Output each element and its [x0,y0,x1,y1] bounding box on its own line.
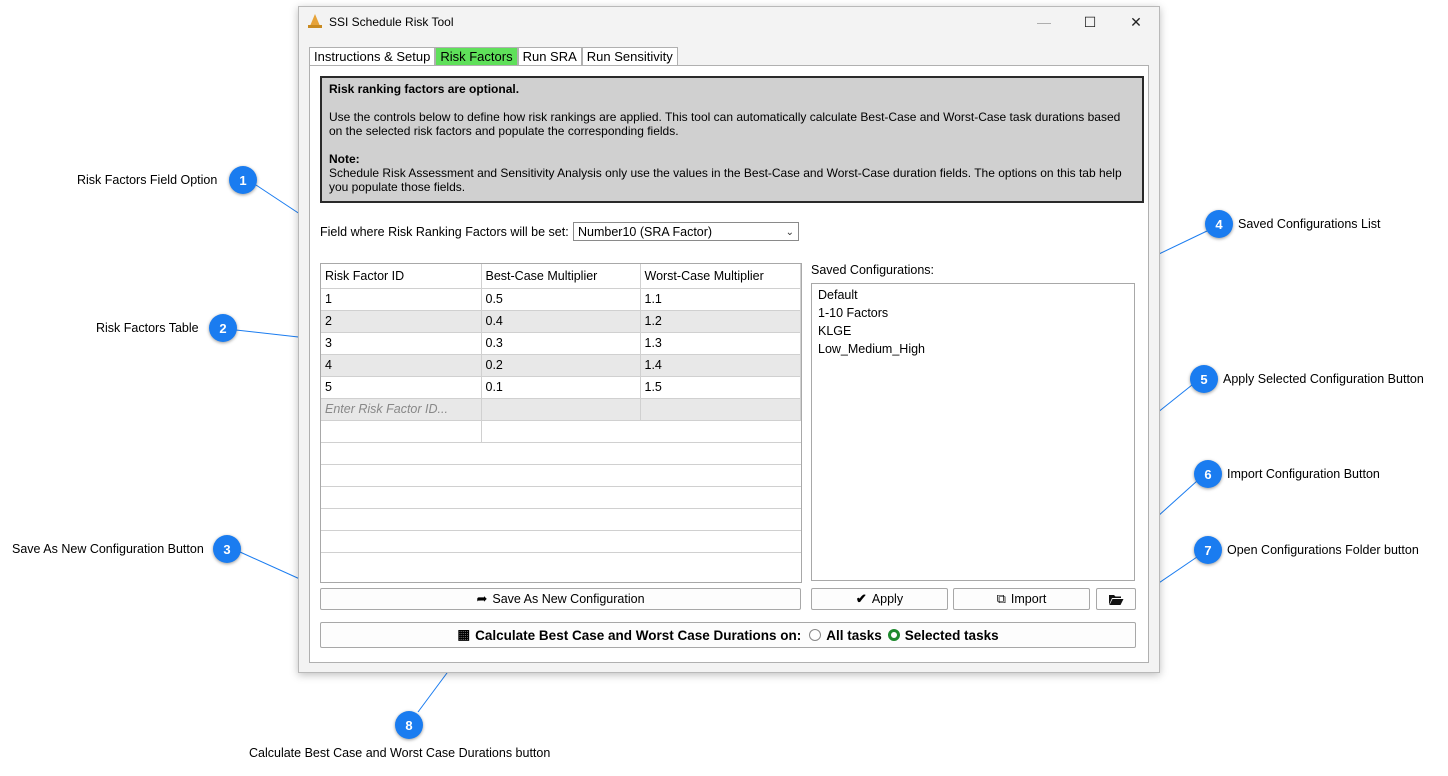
import-button[interactable]: ⧉ Import [953,588,1090,610]
info-note-label: Note: [329,152,360,166]
table-cell[interactable]: 1.4 [640,354,801,377]
calculate-label: Calculate Best Case and Worst Case Durat… [475,627,802,643]
table-cell[interactable]: 0.1 [481,376,641,399]
save-as-new-configuration-button[interactable]: ➦ Save As New Configuration [320,588,801,610]
info-body: Use the controls below to define how ris… [329,110,1121,138]
list-item[interactable]: Low_Medium_High [818,340,1128,358]
list-item[interactable]: 1-10 Factors [818,304,1128,322]
maximize-button[interactable]: ☐ [1067,7,1113,37]
list-item[interactable]: Default [818,286,1128,304]
window-title: SSI Schedule Risk Tool [329,15,454,29]
tab-risk-factors[interactable]: Risk Factors [435,47,518,65]
annotation-label-7: Open Configurations Folder button [1227,543,1419,557]
open-configurations-folder-button[interactable] [1096,588,1136,610]
saved-configurations-label: Saved Configurations: [811,263,934,277]
apply-button[interactable]: ✔ Apply [811,588,948,610]
annotation-label-4: Saved Configurations List [1238,217,1381,231]
share-arrow-icon: ➦ [476,591,488,606]
risk-factors-panel: Risk ranking factors are optional. Use t… [309,65,1149,663]
empty-row [321,442,801,465]
table-cell[interactable]: 0.5 [481,288,641,311]
annotation-label-6: Import Configuration Button [1227,467,1380,481]
calculate-durations-button[interactable]: ▦ Calculate Best Case and Worst Case Dur… [320,622,1136,648]
column-header[interactable]: Best-Case Multiplier [481,264,641,289]
folder-open-icon [1109,594,1124,605]
annotation-badge-8: 8 [395,711,423,739]
app-window: SSI Schedule Risk Tool — ☐ ✕ Instruction… [298,6,1160,673]
tab-instructions-setup[interactable]: Instructions & Setup [309,47,436,65]
annotation-badge-3: 3 [213,535,241,563]
table-cell[interactable]: 1.3 [640,332,801,355]
chevron-down-icon: ⌄ [785,227,794,238]
table-cell[interactable] [481,398,641,421]
table-row[interactable]: 2 0.4 1.2 [321,310,801,333]
tab-run-sra[interactable]: Run SRA [517,47,582,65]
tab-run-sensitivity[interactable]: Run Sensitivity [581,47,678,65]
annotation-label-3: Save As New Configuration Button [12,542,204,556]
new-row[interactable]: Enter Risk Factor ID... [321,398,801,421]
import-label: Import [1010,592,1047,606]
copy-icon: ⧉ [996,591,1006,606]
radio-selected-tasks-label[interactable]: Selected tasks [905,628,999,643]
risk-field-select-value: Number10 (SRA Factor) [578,225,713,239]
table-cell[interactable]: 1.1 [640,288,801,311]
annotation-label-2: Risk Factors Table [96,321,199,335]
table-cell[interactable]: 1 [321,288,482,311]
new-row-input[interactable]: Enter Risk Factor ID... [321,398,482,421]
calculator-icon: ▦ [457,627,471,642]
table-cell[interactable]: 0.4 [481,310,641,333]
radio-all-tasks-label[interactable]: All tasks [826,628,882,643]
annotation-label-1: Risk Factors Field Option [77,173,218,187]
title-bar[interactable]: SSI Schedule Risk Tool — ☐ ✕ [299,7,1159,37]
info-heading: Risk ranking factors are optional. [329,82,520,96]
empty-row [321,464,801,487]
table-cell[interactable]: 4 [321,354,482,377]
annotation-label-5: Apply Selected Configuration Button [1223,372,1424,386]
saved-configurations-list[interactable]: Default 1-10 Factors KLGE Low_Medium_Hig… [811,283,1135,581]
table-row[interactable]: 3 0.3 1.3 [321,332,801,355]
table-cell[interactable]: 5 [321,376,482,399]
annotation-badge-6: 6 [1194,460,1222,488]
table-cell[interactable] [640,398,801,421]
checkmark-icon: ✔ [855,591,867,606]
table-cell[interactable]: 0.3 [481,332,641,355]
column-header[interactable]: Risk Factor ID [321,264,482,289]
risk-factors-table[interactable]: Risk Factor ID Best-Case Multiplier Wors… [320,263,802,583]
radio-selected-tasks[interactable] [887,629,900,641]
column-header[interactable]: Worst-Case Multiplier [640,264,801,289]
list-item[interactable]: KLGE [818,322,1128,340]
table-cell[interactable]: 0.2 [481,354,641,377]
table-cell[interactable]: 2 [321,310,482,333]
save-as-new-label: Save As New Configuration [492,592,645,606]
close-button[interactable]: ✕ [1113,7,1159,37]
annotation-badge-1: 1 [229,166,257,194]
radio-all-tasks[interactable] [809,629,822,641]
table-row[interactable]: 1 0.5 1.1 [321,288,801,311]
empty-row [321,552,801,574]
info-box: Risk ranking factors are optional. Use t… [320,76,1144,203]
info-note-body: Schedule Risk Assessment and Sensitivity… [329,166,1122,194]
empty-row [321,486,801,509]
annotation-badge-2: 2 [209,314,237,342]
minimize-button[interactable]: — [1021,7,1067,37]
table-cell[interactable]: 1.2 [640,310,801,333]
field-select-label: Field where Risk Ranking Factors will be… [320,225,569,239]
table-cell[interactable]: 1.5 [640,376,801,399]
tab-bar: Instructions & Setup Risk Factors Run SR… [309,47,678,66]
annotation-badge-7: 7 [1194,536,1222,564]
apply-label: Apply [871,592,904,606]
annotation-badge-5: 5 [1190,365,1218,393]
empty-row [321,420,801,443]
app-logo-icon [308,14,322,28]
annotation-badge-4: 4 [1205,210,1233,238]
empty-row [321,530,801,553]
annotation-label-8: Calculate Best Case and Worst Case Durat… [249,746,551,760]
table-row[interactable]: 5 0.1 1.5 [321,376,801,399]
table-header-row: Risk Factor ID Best-Case Multiplier Wors… [321,264,801,289]
empty-row [321,508,801,531]
risk-field-select[interactable]: Number10 (SRA Factor) ⌄ [573,222,799,241]
table-row[interactable]: 4 0.2 1.4 [321,354,801,377]
table-cell[interactable]: 3 [321,332,482,355]
